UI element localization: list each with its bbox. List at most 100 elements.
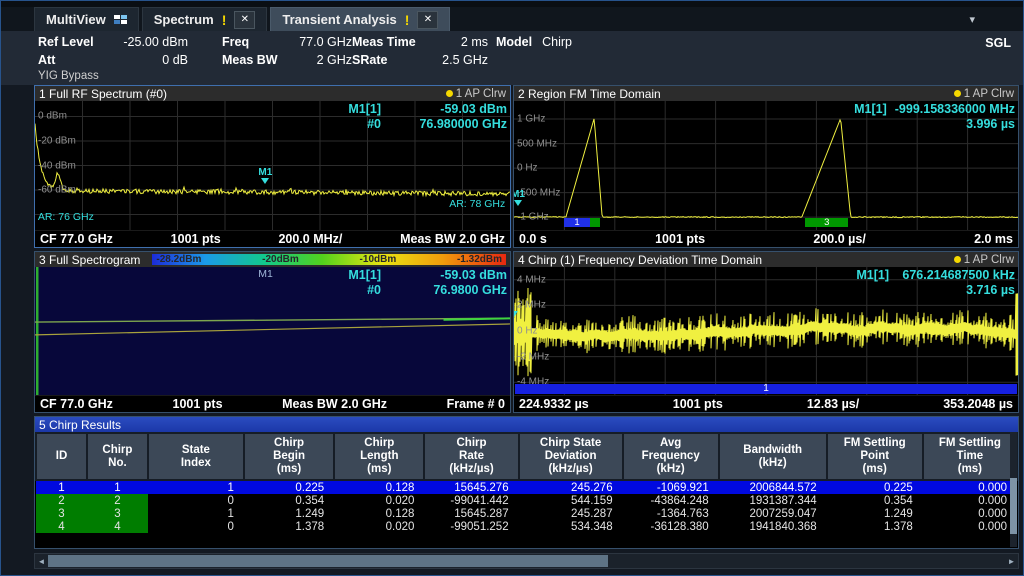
field-label: Freq [222,35,288,49]
close-icon[interactable]: ✕ [234,11,255,29]
tab-multiview[interactable]: MultiView [34,7,139,31]
trace-legend[interactable]: 1 AP Clrw [446,88,506,100]
table-cell: 0.128 [334,480,424,494]
trace-dot-icon [954,90,961,97]
table-cell: 0.000 [923,520,1017,533]
marker-m1[interactable]: M1 [258,167,272,184]
analysis-region-marker[interactable]: 1 [564,218,589,227]
frequency-deviation-plot[interactable]: M1[1]676.214687500 kHz 3.716 µs 4 MHz2 M… [514,267,1018,395]
window-full-spectrogram: 3 Full Spectrogram -28.2dBm -20dBm -10dB… [34,251,511,413]
freq-field[interactable]: Freq 77.0 GHz [222,35,352,49]
table-cell: 1 [148,507,244,520]
window-region-fm-time-domain: 2 Region FM Time Domain 1 AP Clrw M1[1]-… [513,85,1019,248]
scrollbar-thumb[interactable] [48,555,608,567]
alert-icon: ! [405,12,410,28]
table-cell: 4 [36,520,87,533]
analysis-region-marker[interactable] [590,218,601,227]
tab-transient-analysis[interactable]: Transient Analysis ! ✕ [270,7,450,31]
table-cell: -1069.921 [623,480,719,494]
table-row[interactable]: 1110.2250.12815645.276245.276-1069.92120… [36,480,1017,494]
column-header: ID [36,433,87,480]
spectrogram-color-scale: -28.2dBm -20dBm -10dBm -1.32dBm [152,254,506,265]
tab-bar: MultiView Spectrum ! ✕ Transient Analysi… [1,7,1023,31]
table-vertical-scrollbar[interactable] [1010,432,1017,547]
table-cell: 2 [87,494,148,507]
column-header: State Index [148,433,244,480]
field-value: Chirp [542,35,572,49]
y-axis-label: -60 dBm [38,185,76,196]
horizontal-scrollbar[interactable]: ◄ ► [34,553,1019,569]
trace-legend[interactable]: 1 AP Clrw [954,88,1014,100]
window-title: 1 Full RF Spectrum (#0) [39,87,167,101]
chirp-results-title: 5 Chirp Results [35,417,1018,432]
column-header: Chirp Length (ms) [334,433,424,480]
meas-bw-field[interactable]: Meas BW 2 GHz [222,53,352,67]
marker-m1[interactable] [514,311,518,317]
y-axis-label: -1 GHz [517,212,549,223]
axis-footer-item: CF 77.0 GHz [40,232,113,246]
table-cell: -43864.248 [623,494,719,507]
analysis-region-bar[interactable]: 1 [515,384,1017,394]
table-row[interactable]: 3311.2490.12815645.287245.287-1364.76320… [36,507,1017,520]
marker-m1[interactable]: M1 [514,189,525,206]
table-row[interactable]: 4401.3780.020-99051.252534.348-36128.380… [36,520,1017,533]
window-chirp-frequency-deviation: 4 Chirp (1) Frequency Deviation Time Dom… [513,251,1019,413]
y-axis-label: -20 dBm [38,135,76,146]
column-header: Avg Frequency (kHz) [623,433,719,480]
column-header: Chirp Begin (ms) [244,433,334,480]
y-axis-label: 0 Hz [517,326,538,337]
axis-footer-item: Frame # 0 [447,397,505,411]
y-axis-label: 1 GHz [517,114,545,125]
axis-footer: 0.0 s1001 pts200.0 µs/2.0 ms [514,230,1018,247]
window-title-bar[interactable]: 2 Region FM Time Domain 1 AP Clrw [514,86,1018,101]
axis-footer-item: 12.83 µs/ [807,397,859,411]
window-title: 3 Full Spectrogram [39,253,140,267]
table-cell: 1.378 [244,520,334,533]
scroll-left-arrow-icon[interactable]: ◄ [35,554,48,568]
table-cell: 0.225 [827,480,923,494]
axis-footer-item: 1001 pts [173,397,223,411]
marker-readout: M1[1]-59.03 dBm #076.980000 GHz [348,102,507,132]
spectrogram-plot[interactable]: M1 M1[1]-59.03 dBm #076.9800 GHz [35,267,510,395]
axis-footer-item: 1001 pts [171,232,221,246]
window-title-bar[interactable]: 3 Full Spectrogram -28.2dBm -20dBm -10dB… [35,252,510,267]
field-value: 2.5 GHz [430,53,488,67]
marker-readout: M1[1]-59.03 dBm #076.9800 GHz [348,268,507,298]
table-cell: 2007259.047 [719,507,827,520]
window-title-bar[interactable]: 1 Full RF Spectrum (#0) 1 AP Clrw [35,86,510,101]
axis-footer-item: 2.0 ms [974,232,1013,246]
table-cell: -36128.380 [623,520,719,533]
scrollbar-thumb[interactable] [1010,478,1017,534]
scroll-right-arrow-icon[interactable]: ► [1005,554,1018,568]
column-header: Chirp No. [87,433,148,480]
trace-legend[interactable]: 1 AP Clrw [954,254,1014,266]
tab-overflow-button[interactable]: ▾ [959,11,985,28]
meas-time-field[interactable]: Meas Time 2 ms [352,35,488,49]
analysis-region-marker[interactable]: 3 [805,218,848,227]
table-cell: -99051.252 [424,520,518,533]
y-axis-label: 4 MHz [517,274,546,285]
field-value: 0 dB [110,53,188,67]
table-cell: 0.128 [334,507,424,520]
srate-field[interactable]: SRate 2.5 GHz [352,53,488,67]
close-icon[interactable]: ✕ [417,11,438,29]
field-label: SRate [352,53,430,67]
table-row[interactable]: 2200.3540.020-99041.442544.159-43864.248… [36,494,1017,507]
att-field[interactable]: Att 0 dB [38,53,188,67]
y-axis-label: 0 Hz [517,163,538,174]
field-value: -25.00 dBm [110,35,188,49]
y-axis-label: 0 dBm [38,111,67,122]
fm-time-domain-plot[interactable]: M1[1]-999.158336000 MHz 3.996 µs 1 GHz50… [514,101,1018,230]
window-title-bar[interactable]: 4 Chirp (1) Frequency Deviation Time Dom… [514,252,1018,267]
model-field[interactable]: Model Chirp [496,35,572,49]
table-cell: -99041.442 [424,494,518,507]
ref-level-field[interactable]: Ref Level -25.00 dBm [38,35,188,49]
field-label: Model [496,35,532,49]
table-cell: 1 [87,480,148,494]
axis-footer-item: Meas BW 2.0 GHz [400,232,505,246]
y-axis-label: -2 MHz [517,351,549,362]
marker-m1-label[interactable]: M1 [258,268,273,280]
rf-spectrum-plot[interactable]: M1[1]-59.03 dBm #076.980000 GHz 0 dBm -20… [35,101,510,230]
field-label: Ref Level [38,35,110,49]
tab-spectrum[interactable]: Spectrum ! ✕ [142,7,268,31]
